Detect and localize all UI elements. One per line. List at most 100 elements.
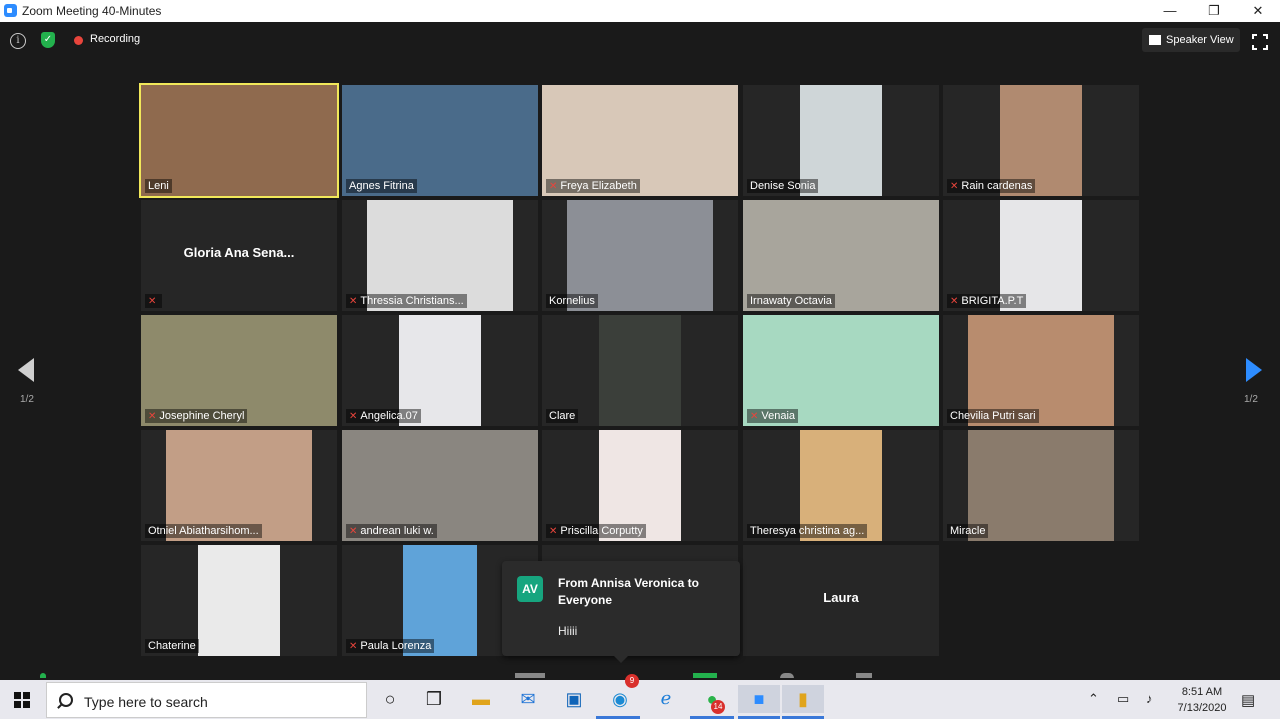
participant-name: Venaia <box>761 410 796 422</box>
record-peek-icon <box>780 673 794 678</box>
taskbar-clock[interactable]: 8:51 AM 7/13/2020 <box>1172 684 1232 716</box>
zoom-taskbar-icon[interactable]: ■ <box>738 685 780 713</box>
previous-page-arrow-icon[interactable] <box>18 358 34 382</box>
mic-muted-icon: ✕ <box>950 181 959 192</box>
speaker-view-label: Speaker View <box>1166 34 1234 46</box>
participant-tile[interactable]: Leni <box>139 83 339 198</box>
recording-dot-icon <box>74 36 83 45</box>
participant-name: Chevilia Putri sari <box>950 410 1036 422</box>
participant-name-label: ✕ Venaia <box>747 409 799 423</box>
participant-name-label: Denise Sonia <box>747 179 819 193</box>
mail-icon[interactable]: ✉ <box>514 685 542 713</box>
file-explorer-icon[interactable]: ▬ <box>467 685 495 713</box>
close-button[interactable]: ✕ <box>1236 0 1280 22</box>
internet-explorer-icon[interactable]: e <box>652 685 680 713</box>
clock-time: 8:51 AM <box>1181 686 1223 698</box>
edge-notification-badge: 9 <box>625 674 639 688</box>
clock-date: 7/13/2020 <box>1177 702 1227 714</box>
participant-name: Clare <box>549 410 576 422</box>
store-icon[interactable]: ▣ <box>560 685 588 713</box>
participant-tile[interactable]: Gloria Ana Sena... ✕ <box>141 200 337 311</box>
participant-tile[interactable]: Clare <box>542 315 738 426</box>
window-titlebar: Zoom Meeting 40-Minutes — ❐ ✕ <box>0 0 1280 22</box>
participant-tile[interactable]: ✕ Rain cardenas <box>943 85 1139 196</box>
participant-name: andrean luki w. <box>360 525 434 537</box>
mic-muted-icon: ✕ <box>349 411 358 422</box>
participant-tile[interactable]: Laura <box>743 545 939 656</box>
participant-name-label: Otniel Abiatharsihom... <box>145 524 262 538</box>
share-peek-icon <box>693 673 717 678</box>
participant-name: BRIGITA.P.T <box>961 295 1024 307</box>
restore-button[interactable]: ❐ <box>1192 0 1236 22</box>
encryption-shield-icon[interactable]: ✓ <box>41 32 55 48</box>
participants-peek-icon <box>515 673 545 678</box>
minimize-button[interactable]: — <box>1148 0 1192 22</box>
participant-tile[interactable]: Irnawaty Octavia <box>743 200 939 311</box>
cortana-icon[interactable]: ○ <box>376 685 404 713</box>
mic-muted-icon: ✕ <box>549 181 558 192</box>
participant-name: Miracle <box>950 525 986 537</box>
task-view-icon[interactable]: ❒ <box>420 685 448 713</box>
participant-name: Irnawaty Octavia <box>750 295 832 307</box>
search-placeholder: Type here to search <box>84 694 208 710</box>
info-icon[interactable]: i <box>10 33 26 49</box>
participant-name-label: ✕ Josephine Cheryl <box>145 409 248 423</box>
participant-name-label: ✕ <box>145 294 163 308</box>
search-icon <box>59 693 73 707</box>
chat-notification[interactable]: AV From Annisa Veronica to Everyone Hiii… <box>502 561 740 663</box>
participant-tile[interactable]: ✕ Thressia Christians... <box>342 200 538 311</box>
recording-label: Recording <box>90 33 141 45</box>
sticky-folder-icon[interactable]: ▮ <box>782 685 824 713</box>
participant-name: Chaterine <box>148 640 196 652</box>
participant-tile[interactable]: ✕ Angelica.07 <box>342 315 538 426</box>
speaker-view-button[interactable]: Speaker View <box>1142 28 1240 52</box>
participant-tile[interactable]: Miracle <box>943 430 1139 541</box>
participant-tile[interactable]: Otniel Abiatharsihom... <box>141 430 337 541</box>
participant-tile[interactable]: ✕ Venaia <box>743 315 939 426</box>
participant-tile[interactable]: Kornelius <box>542 200 738 311</box>
participant-name: Thressia Christians... <box>360 295 464 307</box>
participant-name-label: Chaterine <box>145 639 199 653</box>
volume-icon[interactable]: ♪ <box>1146 691 1153 706</box>
windows-start-icon[interactable] <box>14 692 30 708</box>
page-indicator-left: 1/2 <box>20 394 34 405</box>
edge-icon[interactable]: ◉ <box>606 685 634 713</box>
participant-name-label: ✕ Angelica.07 <box>346 409 421 423</box>
participant-display-name: Laura <box>823 590 859 605</box>
participant-name-label: ✕ andrean luki w. <box>346 524 437 538</box>
participant-name-label: ✕ BRIGITA.P.T <box>947 294 1027 308</box>
battery-icon[interactable]: ▭ <box>1117 691 1129 707</box>
chat-toast-pointer <box>614 656 628 663</box>
action-center-icon[interactable]: ▤ <box>1241 691 1255 709</box>
chat-sender-avatar: AV <box>517 576 543 602</box>
mic-muted-icon: ✕ <box>349 526 358 537</box>
participant-name: Theresya christina ag... <box>750 525 865 537</box>
participant-name: Josephine Cheryl <box>159 410 245 422</box>
participant-name: Leni <box>148 180 169 192</box>
mic-muted-icon: ✕ <box>148 296 157 307</box>
participant-tile[interactable]: Chevilia Putri sari <box>943 315 1139 426</box>
participant-name: Paula Lorenza <box>360 640 432 652</box>
participant-tile[interactable]: ✕ BRIGITA.P.T <box>943 200 1139 311</box>
participant-tile[interactable]: ✕ Priscilla Corputty <box>542 430 738 541</box>
participant-tile[interactable]: ✕ Josephine Cheryl <box>141 315 337 426</box>
participant-tile[interactable]: Theresya christina ag... <box>743 430 939 541</box>
participant-name-label: Irnawaty Octavia <box>747 294 835 308</box>
participant-tile[interactable]: Agnes Fitrina <box>342 85 538 196</box>
participant-name: Rain cardenas <box>961 180 1033 192</box>
participant-name-label: Theresya christina ag... <box>747 524 868 538</box>
participant-tile[interactable]: Denise Sonia <box>743 85 939 196</box>
mic-muted-icon: ✕ <box>549 526 558 537</box>
participant-name-label: Chevilia Putri sari <box>947 409 1039 423</box>
participant-name-label: ✕ Freya Elizabeth <box>546 179 640 193</box>
participant-tile[interactable]: Chaterine <box>141 545 337 656</box>
taskbar-search-box[interactable]: Type here to search <box>46 682 367 718</box>
whatsapp-notification-badge: 14 <box>711 700 725 714</box>
mic-muted-icon: ✕ <box>750 411 759 422</box>
fullscreen-icon[interactable] <box>1251 33 1269 51</box>
participant-name-label: Miracle <box>947 524 989 538</box>
participant-tile[interactable]: ✕ Freya Elizabeth <box>542 85 738 196</box>
next-page-arrow-icon[interactable] <box>1246 358 1262 382</box>
tray-chevron-icon[interactable]: ⌃ <box>1088 691 1099 707</box>
participant-tile[interactable]: ✕ andrean luki w. <box>342 430 538 541</box>
